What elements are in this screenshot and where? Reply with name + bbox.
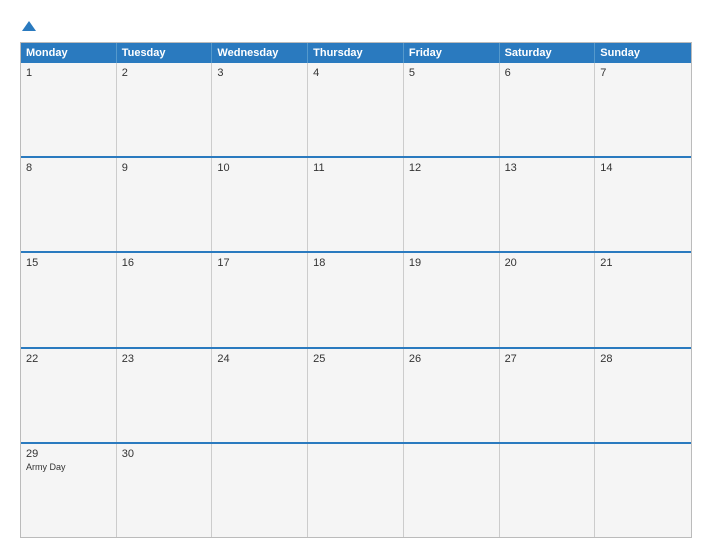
day-header-monday: Monday (21, 43, 117, 63)
day-cell-1: 1 (21, 63, 117, 156)
day-cell-empty-5 (500, 444, 596, 537)
calendar-grid: MondayTuesdayWednesdayThursdayFridaySatu… (20, 42, 692, 538)
day-number: 14 (600, 162, 686, 174)
day-number: 7 (600, 67, 686, 79)
day-cell-6: 6 (500, 63, 596, 156)
day-cell-18: 18 (308, 253, 404, 346)
day-cell-empty-3 (308, 444, 404, 537)
day-cell-29: 29 Army Day (21, 444, 117, 537)
day-number: 15 (26, 257, 111, 269)
day-header-tuesday: Tuesday (117, 43, 213, 63)
day-number: 12 (409, 162, 494, 174)
day-cell-7: 7 (595, 63, 691, 156)
day-number: 1 (26, 67, 111, 79)
day-number: 16 (122, 257, 207, 269)
day-cell-13: 13 (500, 158, 596, 251)
day-cell-empty-2 (212, 444, 308, 537)
day-header-wednesday: Wednesday (212, 43, 308, 63)
day-number: 25 (313, 353, 398, 365)
day-header-sunday: Sunday (595, 43, 691, 63)
day-cell-25: 25 (308, 349, 404, 442)
day-number: 28 (600, 353, 686, 365)
day-number: 23 (122, 353, 207, 365)
day-number: 13 (505, 162, 590, 174)
day-number: 19 (409, 257, 494, 269)
week-row-5: 29 Army Day 30 (21, 442, 691, 537)
day-cell-15: 15 (21, 253, 117, 346)
day-number: 11 (313, 162, 398, 174)
day-number: 6 (505, 67, 590, 79)
day-number: 4 (313, 67, 398, 79)
day-number: 2 (122, 67, 207, 79)
week-row-2: 89 10 11 12 13 14 (21, 156, 691, 251)
day-cell-11: 11 (308, 158, 404, 251)
logo-triangle-icon (22, 21, 36, 31)
day-number: 30 (122, 448, 207, 460)
day-number: 21 (600, 257, 686, 269)
day-cell-17: 17 (212, 253, 308, 346)
day-cell-14: 14 (595, 158, 691, 251)
day-event: Army Day (26, 462, 111, 472)
day-number: 8 (26, 162, 111, 174)
day-number: 5 (409, 67, 494, 79)
day-cell-10: 10 (212, 158, 308, 251)
day-number: 18 (313, 257, 398, 269)
day-cell-5: 5 (404, 63, 500, 156)
day-cell-26: 26 (404, 349, 500, 442)
day-cell-empty-4 (404, 444, 500, 537)
day-number: 3 (217, 67, 302, 79)
day-cell-28: 28 (595, 349, 691, 442)
logo (20, 18, 36, 34)
day-number: 26 (409, 353, 494, 365)
day-cell-21: 21 (595, 253, 691, 346)
day-header-friday: Friday (404, 43, 500, 63)
day-cell-30: 30 (117, 444, 213, 537)
day-number: 24 (217, 353, 302, 365)
weeks-container: 1234567891011121314151617181920212223242… (21, 63, 691, 537)
day-cell-24: 24 (212, 349, 308, 442)
day-header-saturday: Saturday (500, 43, 596, 63)
day-number: 10 (217, 162, 302, 174)
day-cell-3: 3 (212, 63, 308, 156)
day-header-thursday: Thursday (308, 43, 404, 63)
day-number: 27 (505, 353, 590, 365)
day-cell-2: 2 (117, 63, 213, 156)
header (20, 18, 692, 34)
day-cell-19: 19 (404, 253, 500, 346)
week-row-4: 22 23 24 25 26 27 28 (21, 347, 691, 442)
day-headers-row: MondayTuesdayWednesdayThursdayFridaySatu… (21, 43, 691, 63)
day-cell-16: 16 (117, 253, 213, 346)
day-number: 17 (217, 257, 302, 269)
day-cell-9: 9 (117, 158, 213, 251)
day-cell-8: 8 (21, 158, 117, 251)
week-row-1: 1234567 (21, 63, 691, 156)
calendar-page: MondayTuesdayWednesdayThursdayFridaySatu… (0, 0, 712, 550)
day-cell-12: 12 (404, 158, 500, 251)
day-number: 22 (26, 353, 111, 365)
day-number: 29 (26, 448, 111, 460)
week-row-3: 15 16 17 18 19 20 21 (21, 251, 691, 346)
day-number: 9 (122, 162, 207, 174)
day-cell-20: 20 (500, 253, 596, 346)
day-cell-22: 22 (21, 349, 117, 442)
day-cell-4: 4 (308, 63, 404, 156)
day-cell-23: 23 (117, 349, 213, 442)
day-cell-empty-6 (595, 444, 691, 537)
logo-text (20, 18, 36, 34)
day-cell-27: 27 (500, 349, 596, 442)
day-number: 20 (505, 257, 590, 269)
